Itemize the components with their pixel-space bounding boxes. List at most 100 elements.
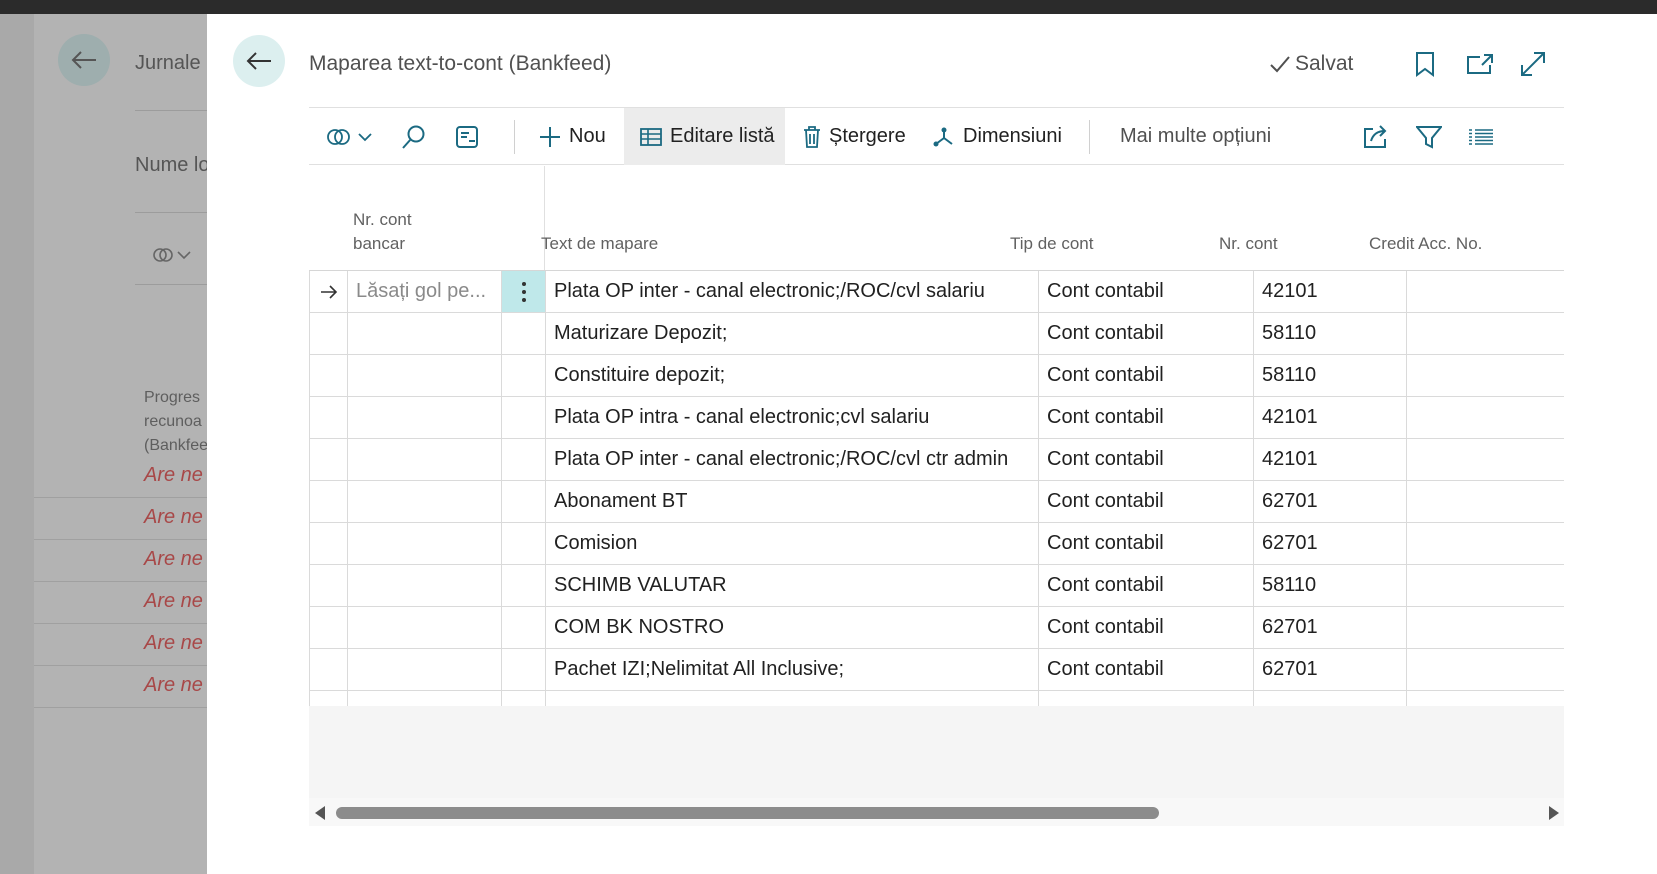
bank-account-cell[interactable] (347, 439, 501, 480)
bank-account-cell[interactable] (347, 355, 501, 396)
bank-account-cell[interactable] (347, 523, 501, 564)
credit-acc-cell[interactable] (1406, 271, 1564, 312)
row-selector[interactable] (309, 355, 347, 396)
horizontal-scrollbar[interactable] (309, 798, 1564, 826)
account-no-cell[interactable]: 62701 (1253, 649, 1406, 690)
account-type-cell[interactable]: Cont contabil (1038, 439, 1253, 480)
row-selector[interactable] (309, 313, 347, 354)
row-menu-cell[interactable] (501, 481, 545, 522)
bank-account-cell[interactable] (347, 397, 501, 438)
column-header-bank-account[interactable]: Nr. cont bancar (353, 208, 412, 256)
mapping-text-cell[interactable]: SCHIMB VALUTAR (545, 565, 1038, 606)
scroll-left-arrow-icon[interactable] (315, 806, 325, 820)
row-selector[interactable] (309, 439, 347, 480)
credit-acc-cell[interactable] (1406, 397, 1564, 438)
mapping-text-cell[interactable]: Constituire depozit; (545, 355, 1038, 396)
account-no-cell[interactable]: 58110 (1253, 313, 1406, 354)
account-type-cell[interactable]: Cont contabil (1038, 565, 1253, 606)
mapping-text-cell[interactable]: Comision (545, 523, 1038, 564)
row-menu-cell[interactable] (501, 523, 545, 564)
table-row[interactable]: COM BK NOSTRO Cont contabil 62701 (309, 607, 1564, 649)
row-selector[interactable] (309, 649, 347, 690)
bookmark-button[interactable] (1411, 50, 1439, 78)
table-row[interactable]: Maturizare Depozit; Cont contabil 58110 (309, 313, 1564, 355)
table-row[interactable]: Abonament BT Cont contabil 62701 (309, 481, 1564, 523)
column-header-credit-acc-no[interactable]: Credit Acc. No. (1369, 232, 1482, 256)
row-menu-cell[interactable] (501, 565, 545, 606)
account-no-cell[interactable]: 62701 (1253, 523, 1406, 564)
row-menu-cell[interactable] (501, 607, 545, 648)
credit-acc-cell[interactable] (1406, 607, 1564, 648)
back-button[interactable] (233, 35, 285, 87)
table-row[interactable]: Comision Cont contabil 62701 (309, 523, 1564, 565)
row-menu-cell[interactable] (501, 397, 545, 438)
search-button[interactable] (401, 108, 427, 165)
new-button[interactable]: Nou (539, 108, 606, 165)
account-type-cell[interactable]: Cont contabil (1038, 523, 1253, 564)
filter-button[interactable] (1416, 108, 1442, 165)
mapping-text-cell[interactable]: Plata OP intra - canal electronic;cvl sa… (545, 397, 1038, 438)
credit-acc-cell[interactable] (1406, 565, 1564, 606)
account-type-cell[interactable]: Cont contabil (1038, 355, 1253, 396)
table-row[interactable]: Pachet IZI;Nelimitat All Inclusive; Cont… (309, 649, 1564, 691)
credit-acc-cell[interactable] (1406, 313, 1564, 354)
copilot-button[interactable] (325, 108, 379, 165)
account-no-cell[interactable]: 58110 (1253, 355, 1406, 396)
bank-account-cell[interactable] (347, 565, 501, 606)
dimensions-button[interactable]: Dimensiuni (933, 108, 1062, 165)
table-row[interactable]: Plata OP inter - canal electronic;/ROC/c… (309, 439, 1564, 481)
account-type-cell[interactable]: Cont contabil (1038, 649, 1253, 690)
account-type-cell[interactable]: Cont contabil (1038, 607, 1253, 648)
mapping-text-cell[interactable]: Plata OP inter - canal electronic;/ROC/c… (545, 439, 1038, 480)
list-view-button[interactable] (1469, 108, 1493, 165)
mapping-text-cell[interactable]: Maturizare Depozit; (545, 313, 1038, 354)
credit-acc-cell[interactable] (1406, 523, 1564, 564)
table-row[interactable]: Plata OP intra - canal electronic;cvl sa… (309, 397, 1564, 439)
mapping-text-cell[interactable]: COM BK NOSTRO (545, 607, 1038, 648)
credit-acc-cell[interactable] (1406, 439, 1564, 480)
bank-account-cell[interactable] (347, 313, 501, 354)
row-selector[interactable] (309, 523, 347, 564)
credit-acc-cell[interactable] (1406, 355, 1564, 396)
bank-account-cell[interactable] (347, 481, 501, 522)
row-selector[interactable] (309, 607, 347, 648)
account-no-cell[interactable]: 62701 (1253, 481, 1406, 522)
account-type-cell[interactable]: Cont contabil (1038, 481, 1253, 522)
bank-account-cell[interactable] (347, 607, 501, 648)
bank-account-cell[interactable]: Lăsați gol pe... (347, 271, 501, 312)
scroll-right-arrow-icon[interactable] (1549, 806, 1559, 820)
row-selector[interactable] (309, 565, 347, 606)
row-menu-cell[interactable] (501, 355, 545, 396)
table-row[interactable]: Constituire depozit; Cont contabil 58110 (309, 355, 1564, 397)
more-options-button[interactable]: Mai multe opțiuni (1120, 108, 1271, 165)
table-row[interactable]: Lăsați gol pe... Plata OP inter - canal … (309, 271, 1564, 313)
mapping-text-cell[interactable]: Pachet IZI;Nelimitat All Inclusive; (545, 649, 1038, 690)
row-menu-cell[interactable] (501, 649, 545, 690)
account-no-cell[interactable]: 58110 (1253, 565, 1406, 606)
page-view-button[interactable] (455, 108, 479, 165)
expand-button[interactable] (1519, 50, 1547, 78)
open-new-window-button[interactable] (1466, 50, 1494, 78)
account-type-cell[interactable]: Cont contabil (1038, 313, 1253, 354)
mapping-text-cell[interactable]: Abonament BT (545, 481, 1038, 522)
mapping-text-cell[interactable]: Plata OP inter - canal electronic;/ROC/c… (545, 271, 1038, 312)
scrollbar-thumb[interactable] (336, 807, 1159, 819)
row-menu-cell[interactable] (501, 313, 545, 354)
account-no-cell[interactable]: 42101 (1253, 397, 1406, 438)
account-no-cell[interactable]: 42101 (1253, 439, 1406, 480)
edit-list-button[interactable]: Editare listă (624, 108, 785, 165)
column-header-mapping-text[interactable]: Text de mapare (541, 232, 658, 256)
credit-acc-cell[interactable] (1406, 481, 1564, 522)
row-selector[interactable] (309, 397, 347, 438)
table-row[interactable]: SCHIMB VALUTAR Cont contabil 58110 (309, 565, 1564, 607)
row-selector[interactable] (309, 271, 347, 312)
delete-button[interactable]: Ștergere (803, 108, 906, 165)
share-button[interactable] (1363, 108, 1389, 165)
credit-acc-cell[interactable] (1406, 649, 1564, 690)
row-menu-button[interactable] (501, 271, 545, 312)
account-type-cell[interactable]: Cont contabil (1038, 397, 1253, 438)
account-type-cell[interactable]: Cont contabil (1038, 271, 1253, 312)
row-menu-cell[interactable] (501, 439, 545, 480)
account-no-cell[interactable]: 62701 (1253, 607, 1406, 648)
row-selector[interactable] (309, 481, 347, 522)
